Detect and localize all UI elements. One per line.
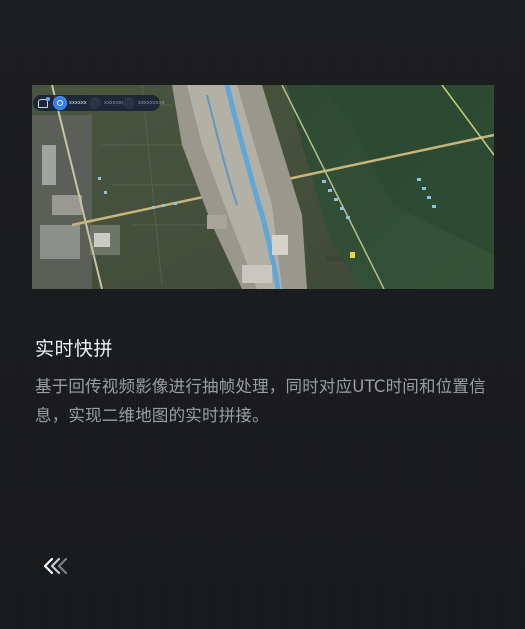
satellite-mosaic bbox=[32, 85, 494, 289]
map-preview[interactable]: xxxxxx xxxxxxxxx xxxxxxxxx bbox=[32, 85, 494, 289]
toolbar-button-3[interactable] bbox=[123, 97, 135, 109]
feature-card: xxxxxx xxxxxxxxx xxxxxxxxx 实时快拼 基于回传视频影像… bbox=[0, 0, 525, 629]
map-toolbar: xxxxxx xxxxxxxxx xxxxxxxxx bbox=[33, 95, 165, 111]
toolbar-label-1: xxxxxx bbox=[69, 100, 87, 106]
double-chevron-left-icon bbox=[43, 557, 68, 575]
target-icon[interactable] bbox=[54, 97, 66, 109]
feature-title: 实时快拼 bbox=[35, 338, 114, 360]
toolbar-button-2[interactable] bbox=[89, 97, 101, 109]
status-dot bbox=[46, 97, 50, 101]
toolbar-label-3: xxxxxxxxx bbox=[138, 100, 165, 106]
feature-description: 基于回传视频影像进行抽帧处理，同时对应UTC时间和位置信息，实现二维地图的实时拼… bbox=[35, 377, 486, 425]
back-button[interactable] bbox=[42, 556, 70, 576]
